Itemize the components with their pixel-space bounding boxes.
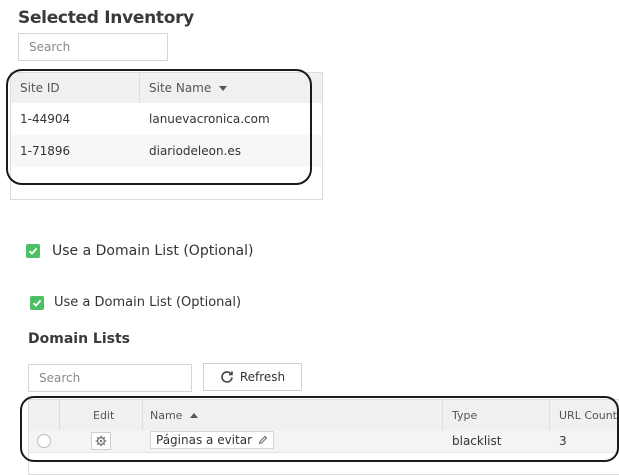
- domain-list-toggle-label: Use a Domain List (Optional): [54, 295, 242, 310]
- selected-inventory-title: Selected Inventory: [18, 8, 194, 28]
- site-table: Site ID Site Name 1-44904 lanuevacronica…: [10, 72, 323, 200]
- domain-table-header: Edit Name Type URL Count: [29, 400, 619, 431]
- column-header-url-count[interactable]: URL Count: [559, 409, 617, 422]
- column-header-type[interactable]: Type: [452, 409, 477, 422]
- domain-search-input[interactable]: Search: [28, 364, 192, 392]
- domain-list-toggle-label: Use a Domain List (Optional): [52, 243, 254, 259]
- edit-button[interactable]: [91, 432, 111, 450]
- site-id-cell: 1-44904: [20, 112, 71, 126]
- site-name-cell: lanuevacronica.com: [149, 112, 270, 126]
- column-header-site-name-label: Site Name: [149, 81, 212, 95]
- column-header-site-id[interactable]: Site ID: [20, 81, 60, 95]
- sort-asc-icon: [190, 413, 199, 418]
- table-row[interactable]: Páginas a evitar blacklist 3: [29, 430, 619, 453]
- row-select-radio[interactable]: [37, 434, 51, 448]
- site-name-cell: diariodeleon.es: [149, 144, 242, 158]
- inventory-search-placeholder: Search: [29, 40, 71, 54]
- domain-lists-title: Domain Lists: [28, 331, 130, 347]
- checkbox-checked-icon[interactable]: [26, 244, 40, 258]
- list-type-cell: blacklist: [452, 434, 502, 448]
- column-header-name[interactable]: Name: [150, 408, 199, 422]
- refresh-icon: [221, 371, 233, 383]
- sort-desc-icon: [219, 86, 228, 91]
- domain-list-toggle-2[interactable]: Use a Domain List (Optional): [30, 295, 241, 310]
- site-table-header: Site ID Site Name: [11, 73, 322, 104]
- pencil-icon[interactable]: [258, 435, 268, 445]
- column-header-name-label: Name: [150, 408, 183, 422]
- domain-list-toggle-1[interactable]: Use a Domain List (Optional): [26, 243, 253, 259]
- table-row[interactable]: 1-71896 diariodeleon.es: [11, 135, 322, 167]
- list-name-text: Páginas a evitar: [156, 433, 253, 447]
- table-row[interactable]: 1-44904 lanuevacronica.com: [11, 103, 322, 136]
- refresh-button[interactable]: Refresh: [203, 363, 302, 391]
- site-id-cell: 1-71896: [20, 144, 71, 158]
- column-header-edit: Edit: [93, 408, 115, 422]
- list-url-count-cell: 3: [559, 434, 567, 448]
- gear-icon: [95, 435, 107, 447]
- column-header-site-name[interactable]: Site Name: [149, 81, 228, 95]
- inventory-search-input[interactable]: Search: [18, 33, 168, 61]
- list-name-field[interactable]: Páginas a evitar: [150, 431, 275, 449]
- checkbox-checked-icon[interactable]: [30, 295, 44, 310]
- domain-lists-table: Edit Name Type URL Count Páginas a evita…: [28, 399, 619, 475]
- domain-search-placeholder: Search: [39, 371, 81, 385]
- refresh-label: Refresh: [239, 370, 286, 384]
